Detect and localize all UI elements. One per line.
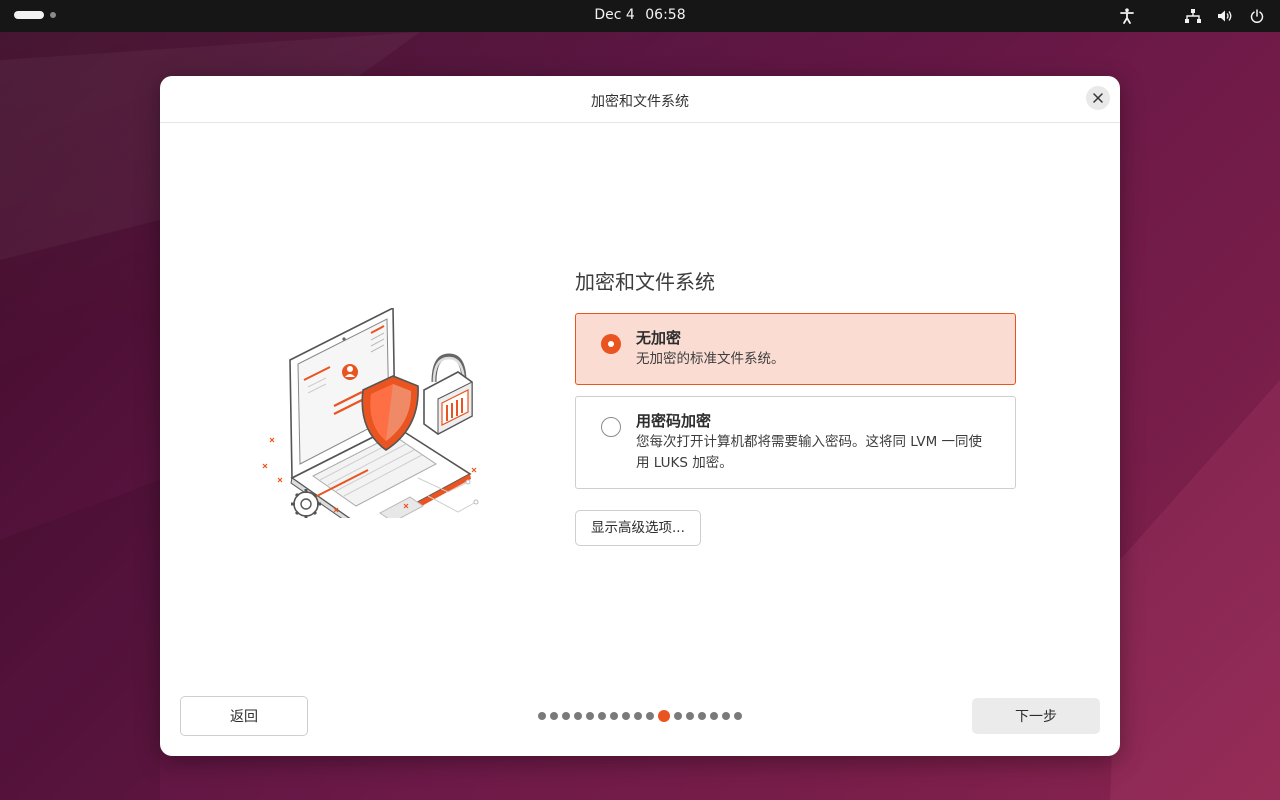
progress-dot	[562, 712, 570, 720]
section-title: 加密和文件系统	[575, 270, 715, 294]
progress-dot	[674, 712, 682, 720]
option-password-encryption[interactable]: 用密码加密 您每次打开计算机都将需要输入密码。这将同 LVM 一同使用 LUKS…	[575, 396, 1016, 489]
progress-dot	[598, 712, 606, 720]
radio-no-encryption[interactable]	[601, 334, 621, 354]
progress-dot	[574, 712, 582, 720]
next-button[interactable]: 下一步	[972, 698, 1100, 734]
option-label: 无加密	[636, 329, 682, 347]
progress-dot	[586, 712, 594, 720]
clock-time: 06:58	[645, 7, 686, 23]
close-button[interactable]	[1086, 86, 1110, 110]
progress-dot	[634, 712, 642, 720]
step-progress-indicator	[538, 710, 742, 722]
system-tray[interactable]	[1118, 7, 1266, 25]
encryption-options-panel: 加密和文件系统 无加密 无加密的标准文件系统。 用密码加密 您每次打开计算机都将…	[575, 266, 1016, 546]
back-button[interactable]: 返回	[180, 696, 308, 736]
installer-dialog: 加密和文件系统 加密和文件系统 无加密 无加密的标准文件系统。 用密码加密 您每…	[160, 76, 1120, 756]
show-advanced-options-button[interactable]: 显示高级选项...	[575, 510, 701, 546]
progress-dot	[710, 712, 718, 720]
clock-date: Dec 4	[594, 7, 635, 23]
clock[interactable]: Dec 4 06:58	[0, 7, 1280, 23]
radio-password-encryption[interactable]	[601, 417, 621, 437]
progress-dot	[734, 712, 742, 720]
progress-dot	[686, 712, 694, 720]
dialog-header: 加密和文件系统	[160, 76, 1120, 123]
power-icon[interactable]	[1248, 7, 1266, 25]
volume-icon[interactable]	[1216, 7, 1234, 25]
option-description: 您每次打开计算机都将需要输入密码。这将同 LVM 一同使用 LUKS 加密。	[636, 434, 983, 471]
progress-dot	[550, 712, 558, 720]
progress-dot-current	[658, 710, 670, 722]
option-description: 无加密的标准文件系统。	[636, 351, 785, 367]
progress-dot	[722, 712, 730, 720]
progress-dot	[698, 712, 706, 720]
progress-dot	[646, 712, 654, 720]
accessibility-icon[interactable]	[1118, 7, 1136, 25]
progress-dot	[622, 712, 630, 720]
dialog-title: 加密和文件系统	[591, 94, 689, 110]
progress-dot	[538, 712, 546, 720]
option-no-encryption[interactable]: 无加密 无加密的标准文件系统。	[575, 313, 1016, 385]
option-label: 用密码加密	[636, 412, 712, 430]
encryption-illustration	[262, 308, 479, 518]
top-bar: Dec 4 06:58	[0, 0, 1280, 32]
network-icon[interactable]	[1184, 7, 1202, 25]
progress-dot	[610, 712, 618, 720]
close-icon	[1093, 93, 1103, 103]
